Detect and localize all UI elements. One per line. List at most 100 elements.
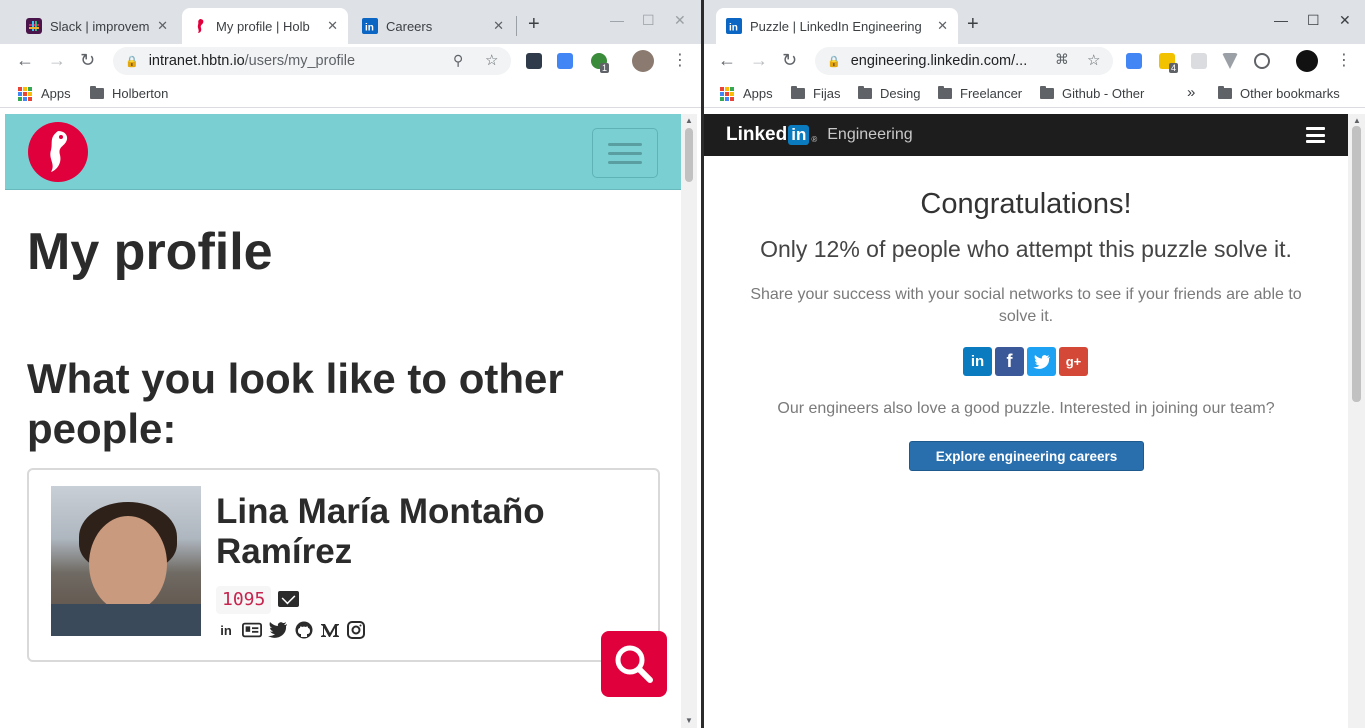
social-links: in bbox=[216, 620, 366, 640]
id-card-icon[interactable] bbox=[242, 620, 262, 640]
bookmark-label: Desing bbox=[880, 86, 921, 101]
new-tab-icon[interactable]: + bbox=[967, 14, 979, 34]
bookmark-label: Apps bbox=[743, 86, 773, 101]
tab-my-profile[interactable]: My profile | Holb ✕ bbox=[182, 8, 348, 44]
close-window-icon[interactable]: ✕ bbox=[1339, 12, 1351, 29]
slack-icon bbox=[26, 18, 42, 34]
extension-v-icon[interactable] bbox=[1222, 53, 1238, 69]
twitter-share-icon[interactable] bbox=[1027, 347, 1056, 376]
bookmark-star-icon[interactable]: ☆ bbox=[1087, 51, 1100, 69]
bookmark-star-icon[interactable]: ☆ bbox=[485, 51, 498, 69]
forward-icon[interactable]: → bbox=[48, 50, 66, 70]
search-icon bbox=[615, 645, 653, 683]
close-tab-icon[interactable]: ✕ bbox=[327, 18, 338, 34]
congrats-heading: Congratulations! bbox=[920, 188, 1132, 220]
instagram-icon[interactable] bbox=[346, 620, 366, 640]
extension-badge: 4 bbox=[1169, 63, 1179, 73]
translate-extension-icon[interactable] bbox=[1126, 53, 1142, 69]
profile-id-badge: 1095 bbox=[216, 586, 272, 614]
linkedin-icon: in bbox=[362, 18, 378, 34]
medium-icon[interactable] bbox=[320, 620, 340, 640]
extension-dots-icon[interactable] bbox=[526, 53, 542, 69]
translate-icon[interactable]: ⌘ bbox=[1055, 51, 1069, 68]
bookmark-holberton[interactable]: Holberton bbox=[90, 86, 168, 101]
page-scrollbar[interactable]: ▲ ▼ bbox=[681, 114, 697, 728]
address-bar[interactable]: 🔒 intranet.hbtn.io/users/my_profile ⚲ ☆ bbox=[113, 47, 511, 75]
lock-icon: 🔒 bbox=[125, 55, 139, 68]
zoom-icon[interactable]: ⚲ bbox=[453, 52, 463, 69]
profile-avatar[interactable] bbox=[1296, 50, 1318, 72]
twitter-icon[interactable] bbox=[268, 620, 288, 640]
minimize-icon[interactable]: — bbox=[1274, 12, 1288, 28]
close-tab-icon[interactable]: ✕ bbox=[937, 18, 948, 34]
bookmark-apps[interactable]: Apps bbox=[18, 86, 71, 101]
tab-title: My profile | Holb bbox=[216, 18, 310, 34]
share-icons: in f g+ bbox=[963, 347, 1088, 376]
facebook-share-icon[interactable]: f bbox=[995, 347, 1024, 376]
extension-a-icon[interactable] bbox=[1254, 53, 1270, 69]
address-bar[interactable]: 🔒 engineering.linkedin.com/... ⌘ ☆ bbox=[815, 47, 1113, 75]
tab-linkedin-puzzle[interactable]: in Puzzle | LinkedIn Engineering ✕ bbox=[716, 8, 958, 44]
tab-strip: Slack | improvem ✕ My profile | Holb ✕ i… bbox=[0, 0, 701, 44]
page-scrollbar[interactable]: ▲ bbox=[1348, 114, 1365, 728]
linkedin-share-icon[interactable]: in bbox=[963, 347, 992, 376]
maximize-icon[interactable]: ☐ bbox=[1307, 12, 1320, 29]
holberton-icon bbox=[192, 18, 208, 34]
profile-name: Lina María Montaño Ramírez bbox=[216, 492, 545, 571]
back-icon[interactable]: ← bbox=[16, 50, 34, 70]
translate-extension-icon[interactable] bbox=[557, 53, 573, 69]
percent-text: Only 12% of people who attempt this puzz… bbox=[760, 236, 1292, 262]
logo-engineering: Engineering bbox=[827, 126, 913, 143]
minimize-icon[interactable]: — bbox=[610, 12, 624, 28]
bookmark-label: Holberton bbox=[112, 86, 169, 101]
tab-slack[interactable]: Slack | improvem ✕ bbox=[16, 8, 178, 44]
tab-careers[interactable]: in Careers ✕ bbox=[352, 8, 514, 44]
envelope-icon[interactable] bbox=[278, 591, 299, 607]
back-icon[interactable]: ← bbox=[718, 50, 736, 70]
extension-grey-icon[interactable] bbox=[1191, 53, 1207, 69]
folder-icon bbox=[90, 86, 104, 99]
extension-badge: 1 bbox=[600, 63, 610, 73]
hamburger-menu-button[interactable] bbox=[592, 128, 658, 178]
tab-title: Careers bbox=[386, 18, 433, 34]
new-tab-icon[interactable]: + bbox=[528, 14, 540, 34]
bookmark-apps[interactable]: Apps bbox=[720, 86, 773, 101]
linkedin-engineering-logo[interactable]: Linked in ® Engineering bbox=[726, 124, 913, 146]
linkedin-icon[interactable]: in bbox=[216, 620, 236, 640]
bookmarks-overflow-icon[interactable]: » bbox=[1187, 84, 1195, 101]
bookmarks-bar: Apps Fijas Desing Freelancer Github - Ot… bbox=[704, 80, 1365, 108]
github-icon[interactable] bbox=[294, 620, 314, 640]
close-tab-icon[interactable]: ✕ bbox=[493, 18, 504, 34]
page-title: My profile bbox=[27, 223, 273, 281]
search-fab-button[interactable] bbox=[601, 631, 667, 697]
bookmark-github-other[interactable]: Github - Other bbox=[1040, 86, 1144, 101]
bookmark-freelancer[interactable]: Freelancer bbox=[938, 86, 1022, 101]
close-window-icon[interactable]: ✕ bbox=[674, 12, 686, 29]
bookmark-label: Apps bbox=[41, 86, 71, 101]
reload-icon[interactable]: ↻ bbox=[782, 50, 797, 70]
menu-kebab-icon[interactable]: ⋮ bbox=[1336, 50, 1352, 70]
holberton-logo[interactable] bbox=[28, 122, 88, 182]
maximize-icon[interactable]: ☐ bbox=[642, 12, 655, 29]
forward-icon[interactable]: → bbox=[750, 50, 768, 70]
section-heading: What you look like to other people: bbox=[27, 355, 564, 452]
lock-icon: 🔒 bbox=[827, 55, 841, 68]
bookmark-label: Other bookmarks bbox=[1240, 86, 1340, 101]
profile-avatar[interactable] bbox=[632, 50, 654, 72]
menu-kebab-icon[interactable]: ⋮ bbox=[672, 50, 688, 70]
hamburger-menu-icon[interactable] bbox=[1306, 127, 1325, 143]
linkedin-icon: in bbox=[726, 18, 742, 34]
other-bookmarks[interactable]: Other bookmarks bbox=[1218, 86, 1340, 101]
share-text: Share your success with your social netw… bbox=[750, 286, 1302, 325]
reload-icon[interactable]: ↻ bbox=[80, 50, 95, 70]
browser-toolbar: ← → ↻ 🔒 intranet.hbtn.io/users/my_profil… bbox=[0, 44, 701, 78]
logo-linked: Linked bbox=[726, 124, 788, 145]
bookmark-label: Fijas bbox=[813, 86, 841, 101]
tab-title: Slack | improvem bbox=[50, 18, 150, 34]
explore-careers-button[interactable]: Explore engineering careers bbox=[909, 441, 1144, 471]
bookmark-desing[interactable]: Desing bbox=[858, 86, 920, 101]
google-plus-share-icon[interactable]: g+ bbox=[1059, 347, 1088, 376]
close-tab-icon[interactable]: ✕ bbox=[157, 18, 168, 34]
linkedin-puzzle-page: Linked in ® Engineering Congratulations! On… bbox=[704, 114, 1348, 728]
bookmark-fijas[interactable]: Fijas bbox=[791, 86, 840, 101]
